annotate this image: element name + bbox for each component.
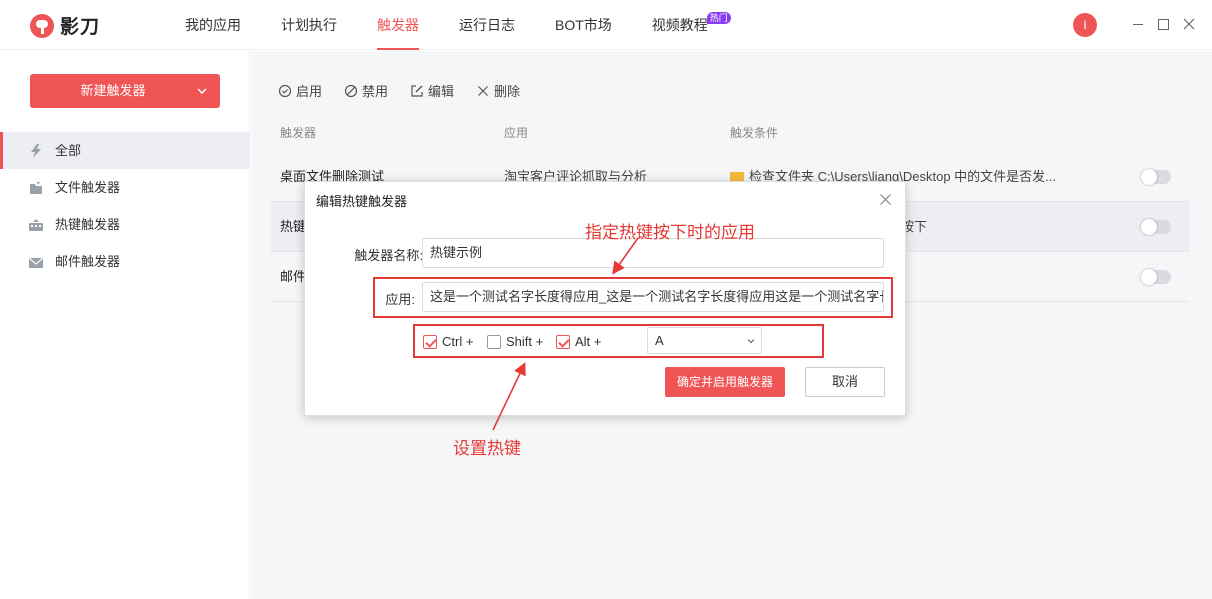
lightning-icon xyxy=(31,144,41,158)
main-nav: 我的应用 计划执行 触发器 运行日志 BOT市场 视频教程 热门 xyxy=(165,0,731,50)
enable-toggle[interactable] xyxy=(1141,269,1171,285)
hotkey-highlight-box xyxy=(413,324,824,358)
delete-button[interactable]: 删除 xyxy=(476,81,520,100)
toolbar: 启用 禁用 编辑 删除 xyxy=(278,81,542,100)
enable-toggle[interactable] xyxy=(1141,219,1171,235)
sidebar-item-file-trigger[interactable]: 文件触发器 xyxy=(0,169,250,206)
enable-button[interactable]: 启用 xyxy=(278,81,322,100)
app-highlight-box xyxy=(373,277,893,318)
nav-my-apps[interactable]: 我的应用 xyxy=(165,0,261,50)
close-window-button[interactable] xyxy=(1181,16,1197,32)
trigger-category-list: 全部 文件触发器 热键触发器 邮件触发器 xyxy=(0,132,250,280)
enable-toggle[interactable] xyxy=(1141,169,1171,185)
nav-triggers[interactable]: 触发器 xyxy=(357,0,439,50)
sidebar-item-all[interactable]: 全部 xyxy=(0,132,250,169)
sidebar-item-label: 热键触发器 xyxy=(55,217,121,232)
nav-video-tutorials[interactable]: 视频教程 热门 xyxy=(632,0,731,50)
ban-icon xyxy=(344,84,358,97)
hotkey-annotation: 设置热键 xyxy=(453,439,521,459)
sidebar-item-label: 文件触发器 xyxy=(55,180,121,195)
minimize-button[interactable] xyxy=(1130,16,1146,32)
sidebar-item-hotkey-trigger[interactable]: 热键触发器 xyxy=(0,206,250,243)
app-name: 影刀 xyxy=(60,17,101,38)
nav-bot-market[interactable]: BOT市场 xyxy=(535,0,632,50)
avatar[interactable]: I xyxy=(1073,13,1097,37)
x-icon xyxy=(478,85,488,96)
close-icon[interactable] xyxy=(879,193,892,206)
table-header: 触发器 应用 触发条件 xyxy=(271,114,1189,152)
sidebar-item-label: 邮件触发器 xyxy=(55,254,121,269)
sidebar: 新建触发器 全部 文件触发器 热键触发器 邮件触发器 xyxy=(0,51,250,599)
maximize-button[interactable] xyxy=(1155,16,1171,32)
trigger-condition: 按下 xyxy=(901,219,928,234)
edit-button[interactable]: 编辑 xyxy=(410,81,454,100)
column-header-trigger: 触发器 xyxy=(280,126,317,140)
edit-icon xyxy=(411,84,423,97)
column-header-condition: 触发条件 xyxy=(730,126,779,140)
mail-icon xyxy=(28,257,44,268)
nav-run-logs[interactable]: 运行日志 xyxy=(439,0,535,50)
dialog-title: 编辑热键触发器 xyxy=(316,194,408,209)
sidebar-item-mail-trigger[interactable]: 邮件触发器 xyxy=(0,243,250,280)
chevron-down-icon[interactable] xyxy=(194,83,210,99)
disable-button[interactable]: 禁用 xyxy=(344,81,388,100)
column-header-app: 应用 xyxy=(504,126,529,140)
top-bar: 影刀 我的应用 计划执行 触发器 运行日志 BOT市场 视频教程 热门 I xyxy=(0,0,1212,50)
app-annotation: 指定热键按下时的应用 xyxy=(585,223,755,243)
nav-schedule[interactable]: 计划执行 xyxy=(261,0,357,50)
keyboard-icon xyxy=(29,219,43,231)
confirm-enable-button[interactable]: 确定并启用触发器 xyxy=(665,367,785,397)
app-logo: 影刀 xyxy=(30,12,100,39)
file-icon xyxy=(30,182,42,194)
cancel-button[interactable]: 取消 xyxy=(805,367,885,397)
close-icon xyxy=(1183,18,1195,30)
check-circle-icon xyxy=(278,84,292,97)
trigger-name-label: 触发器名称: xyxy=(354,248,423,263)
logo-icon xyxy=(30,13,54,38)
sidebar-item-label: 全部 xyxy=(55,143,82,158)
new-trigger-button[interactable]: 新建触发器 xyxy=(30,74,220,108)
hot-badge: 热门 xyxy=(706,12,731,24)
